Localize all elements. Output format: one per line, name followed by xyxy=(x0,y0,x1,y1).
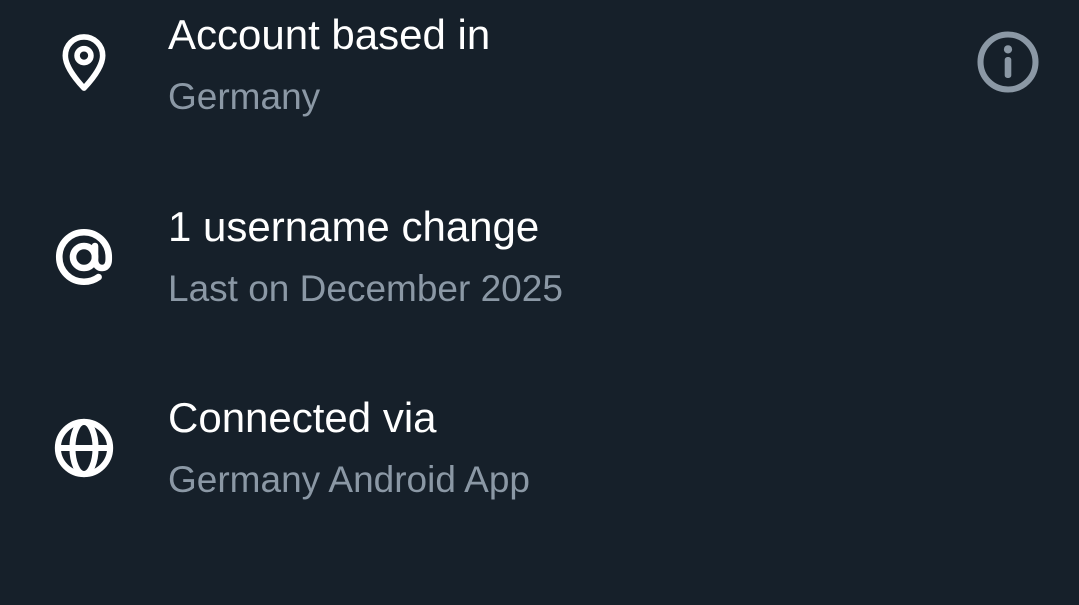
account-location-row: Account based in Germany xyxy=(0,0,1079,150)
account-location-title: Account based in xyxy=(168,11,491,58)
connected-via-row: Connected via Germany Android App xyxy=(0,382,1079,532)
location-pin-icon xyxy=(50,28,118,96)
account-location-value: Germany xyxy=(168,76,321,117)
username-changes-detail: Last on December 2025 xyxy=(168,268,563,309)
username-changes-title: 1 username change xyxy=(168,203,540,250)
globe-icon xyxy=(50,414,118,482)
connected-via-value: Germany Android App xyxy=(168,459,530,500)
info-button[interactable] xyxy=(972,30,1044,98)
connected-via-title: Connected via xyxy=(168,394,437,441)
username-changes-row: 1 username change Last on December 2025 xyxy=(0,190,1079,340)
at-sign-icon xyxy=(50,223,118,291)
info-icon xyxy=(975,29,1041,100)
